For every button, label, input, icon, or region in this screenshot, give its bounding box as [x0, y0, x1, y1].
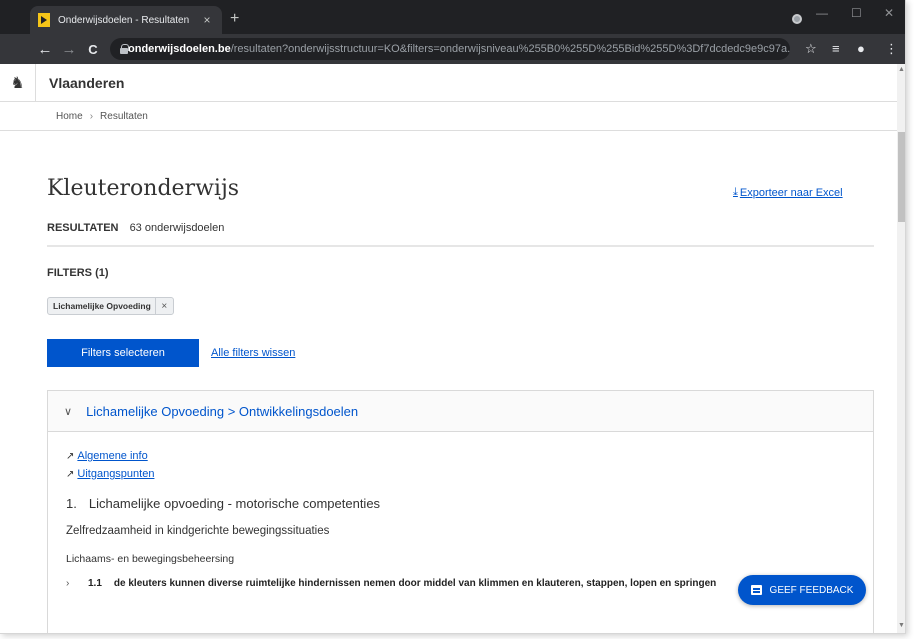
- feedback-icon: [750, 585, 762, 595]
- results-summary: RESULTATEN 63 onderwijsdoelen: [47, 222, 224, 234]
- url-host: onderwijsdoelen.be: [128, 43, 231, 55]
- scroll-thumb[interactable]: [898, 132, 905, 222]
- page-scrollbar[interactable]: ▲ ▼: [897, 64, 905, 633]
- accordion-body: ↗ Algemene info ↗ Uitgangspunten 1. Lich…: [48, 432, 873, 589]
- close-window-icon[interactable]: ✕: [884, 6, 894, 20]
- export-excel-label: Exporteer naar Excel: [739, 186, 843, 199]
- web-page: ♞ Vlaanderen Home › Resultaten Kleuteron…: [0, 64, 897, 633]
- feedback-label: GEEF FEEDBACK: [769, 584, 854, 596]
- breadcrumb-home[interactable]: Home: [56, 111, 83, 122]
- goal-text: de kleuters kunnen diverse ruimtelijke h…: [113, 578, 717, 589]
- new-tab-button[interactable]: +: [230, 10, 239, 28]
- site-header: ♞ Vlaanderen: [0, 64, 897, 102]
- forward-icon[interactable]: →: [58, 41, 80, 58]
- breadcrumb-current: Resultaten: [100, 110, 148, 122]
- tab-close-icon[interactable]: ×: [200, 13, 214, 27]
- url-path: /resultaten?onderwijsstructuur=KO&filter…: [230, 43, 790, 55]
- browser-tab[interactable]: Onderwijsdoelen - Resultaten ×: [30, 6, 222, 34]
- clear-filters-link[interactable]: Alle filters wissen: [211, 347, 295, 359]
- reload-icon[interactable]: C: [82, 42, 104, 57]
- group-label: Lichaams- en bewegingsbeheersing: [66, 553, 235, 565]
- menu-kebab-icon[interactable]: ⋮: [885, 41, 898, 57]
- export-excel-link[interactable]: ⤓ Exporteer naar Excel: [733, 186, 843, 199]
- scroll-up-icon[interactable]: ▲: [898, 66, 905, 73]
- results-count: 63 onderwijsdoelen: [129, 222, 225, 234]
- tab-title: Onderwijsdoelen - Resultaten: [58, 14, 190, 26]
- select-filters-button[interactable]: Filters selecteren: [47, 339, 199, 367]
- profile-indicator-icon[interactable]: [792, 14, 802, 24]
- maximize-icon[interactable]: ☐: [851, 6, 862, 20]
- breadcrumb-separator-icon: ›: [89, 110, 94, 122]
- external-link-icon: ↗: [66, 450, 75, 462]
- bookmark-star-icon[interactable]: ☆: [805, 41, 817, 57]
- filter-chip-remove-icon[interactable]: ×: [154, 298, 173, 314]
- general-info-label: Algemene info: [77, 450, 148, 462]
- starting-points-label: Uitgangspunten: [77, 468, 155, 480]
- vlaanderen-lion-icon[interactable]: ♞: [0, 64, 36, 102]
- results-divider: [47, 245, 874, 247]
- starting-points-link[interactable]: ↗ Uitgangspunten: [66, 468, 873, 480]
- browser-toolbar: ← → C onderwijsdoelen.be /resultaten?ond…: [0, 34, 905, 64]
- breadcrumb: Home › Resultaten: [0, 102, 897, 131]
- chevron-down-icon: ∨: [64, 405, 73, 418]
- goal-number: 1.1: [88, 578, 102, 589]
- section-number: 1.: [66, 496, 77, 511]
- page-title: Kleuteronderwijs: [47, 176, 240, 201]
- account-icon[interactable]: ●: [857, 41, 865, 56]
- general-info-link[interactable]: ↗ Algemene info: [66, 450, 873, 462]
- browser-window: Onderwijsdoelen - Resultaten × + — ☐ ✕ ←…: [0, 0, 906, 634]
- section-heading: 1. Lichamelijke opvoeding - motorische c…: [66, 496, 873, 511]
- minimize-icon[interactable]: —: [816, 6, 828, 20]
- back-icon[interactable]: ←: [34, 41, 56, 58]
- accordion-title: Lichamelijke Opvoeding > Ontwikkelingsdo…: [86, 403, 359, 419]
- accordion-header[interactable]: ∨ Lichamelijke Opvoeding > Ontwikkelings…: [48, 391, 873, 432]
- filter-chip-label: Lichamelijke Opvoeding: [53, 301, 151, 311]
- external-link-icon: ↗: [66, 468, 75, 480]
- feedback-button[interactable]: GEEF FEEDBACK: [738, 575, 866, 605]
- download-icon: ⤓: [733, 186, 738, 198]
- reading-list-icon[interactable]: ≡: [832, 41, 840, 56]
- site-name[interactable]: Vlaanderen: [49, 75, 124, 91]
- results-label: RESULTATEN: [47, 222, 119, 234]
- address-bar[interactable]: onderwijsdoelen.be /resultaten?onderwijs…: [110, 38, 790, 60]
- scroll-down-icon[interactable]: ▼: [898, 622, 905, 629]
- vlaanderen-favicon-icon: [38, 13, 50, 27]
- filter-chip: Lichamelijke Opvoeding ×: [47, 297, 174, 315]
- chevron-right-icon: ›: [66, 578, 70, 589]
- section-title: Lichamelijke opvoeding - motorische comp…: [88, 496, 381, 511]
- tab-strip: Onderwijsdoelen - Resultaten × + — ☐ ✕: [0, 0, 905, 34]
- subsection-title: Zelfredzaamheid in kindgerichte beweging…: [66, 525, 330, 537]
- filters-label: FILTERS (1): [47, 267, 109, 279]
